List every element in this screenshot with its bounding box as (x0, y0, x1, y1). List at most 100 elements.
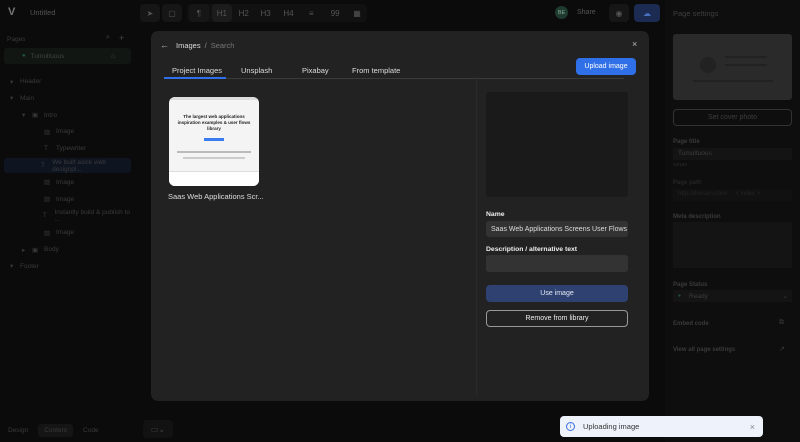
quote-button[interactable]: 99 (325, 4, 345, 22)
sidebar: Pages ⌕ + ● Tumultuous ⌂ ▾ Header ▾ Main ▾ ▣ I… (0, 26, 135, 442)
layer-item[interactable]: ▾ Footer (0, 259, 135, 274)
logo[interactable]: V (8, 6, 15, 18)
code-tab[interactable]: Code (79, 424, 103, 437)
view-all-settings-link[interactable]: View all page settings (673, 347, 735, 353)
layer-label: Image (56, 229, 75, 237)
page-status-select[interactable]: ● Ready ⌄ (673, 290, 792, 302)
h1-button[interactable]: H1 (211, 4, 232, 22)
page-path-input: http://domain.com/ < index > (673, 189, 792, 201)
h2-button[interactable]: H2 (234, 4, 254, 22)
chevron-icon[interactable]: ▾ (10, 262, 20, 270)
layer-item[interactable]: ▾ Main (0, 91, 135, 106)
upload-image-button[interactable]: Upload image (576, 58, 636, 75)
set-cover-photo-button[interactable]: Set cover photo (673, 109, 792, 126)
active-tab-indicator (164, 77, 226, 79)
image-preview (486, 92, 628, 197)
layer-item[interactable]: ▨ Image (0, 192, 135, 207)
breadcrumb-separator: / (204, 41, 207, 50)
layer-item[interactable]: T Instantly build & publish to ... (0, 208, 135, 223)
panel-divider (476, 76, 477, 396)
info-icon: i (566, 422, 575, 431)
breadcrumb-images[interactable]: Images (176, 41, 201, 50)
page-name: Tumultuous (30, 52, 65, 60)
layer-item[interactable]: ▨ Image (0, 124, 135, 139)
chevron-icon[interactable]: ▾ (22, 111, 32, 119)
design-tab[interactable]: Design (4, 424, 32, 437)
search-icon[interactable]: ⌕ (106, 34, 110, 42)
layer-label: Intro (44, 111, 58, 119)
comment-tool-icon[interactable]: ▢ (162, 4, 182, 22)
layer-type-icon: T (42, 212, 47, 220)
layer-label: Image (56, 195, 75, 203)
page-title-label: Page title (673, 139, 700, 145)
name-input[interactable]: Saas Web Applications Screens User Flows… (486, 221, 628, 237)
meta-description-input[interactable] (673, 222, 792, 268)
mode-switcher: Design Content Code (4, 422, 134, 438)
paragraph-button[interactable]: ¶ (189, 4, 209, 22)
toast-close-icon[interactable]: × (750, 422, 755, 432)
chevron-icon[interactable]: ▸ (22, 246, 32, 254)
copy-icon[interactable]: ⧉ (779, 319, 784, 327)
layer-type-icon: ▣ (32, 112, 39, 120)
layer-label: Footer (20, 262, 39, 270)
back-arrow-icon[interactable]: ← (160, 40, 169, 50)
status-value: Ready (689, 292, 708, 300)
h3-button[interactable]: H3 (256, 4, 276, 22)
layer-label: Main (20, 94, 35, 102)
breadcrumb-search: Search (210, 41, 235, 50)
meta-description-label: Meta description (673, 214, 721, 220)
layer-type-icon: ▨ (44, 229, 51, 237)
external-link-icon[interactable]: ↗ (779, 345, 785, 353)
chevron-down-icon: ⌄ (782, 293, 788, 300)
layer-type-icon: T (41, 162, 46, 169)
publish-cloud-icon[interactable]: ☁ (634, 4, 660, 22)
layer-type-icon: ▨ (44, 179, 51, 187)
description-label: Description / alternative text (486, 246, 578, 253)
use-image-button[interactable]: Use image (486, 285, 628, 302)
tab-from-template[interactable]: From template (352, 66, 400, 75)
embed-code-label[interactable]: Embed code (673, 321, 709, 327)
tab-unsplash[interactable]: Unsplash (241, 66, 272, 75)
tab-pixabay[interactable]: Pixabay (302, 66, 329, 75)
page-status-label: Page Status (673, 282, 708, 288)
share-button[interactable]: Share (577, 9, 596, 16)
format-toolbar: ¶ H1 H2 H3 H4 ≡ 99 ▦ (187, 4, 367, 22)
chevron-icon[interactable]: ▾ (10, 78, 20, 86)
layer-item[interactable]: ▾ Header (0, 74, 135, 89)
upload-toast: i Uploading image × (560, 416, 763, 437)
remove-from-library-button[interactable]: Remove from library (486, 310, 628, 327)
layer-type-icon: T (44, 145, 48, 153)
description-input[interactable] (486, 255, 628, 272)
toast-text: Uploading image (583, 422, 640, 431)
pages-label: Pages (7, 36, 26, 43)
close-icon[interactable]: × (632, 39, 637, 49)
page-title-input[interactable]: Tumultuous (673, 148, 792, 160)
page-path-label: Page path (673, 180, 702, 186)
layer-item[interactable]: ▾ ▣ Intro (0, 108, 135, 123)
layer-item[interactable]: T We built asick web designpl... (4, 158, 131, 173)
layer-label: Image (56, 178, 75, 186)
add-page-icon[interactable]: + (119, 33, 124, 43)
layer-item[interactable]: ▨ Image (0, 225, 135, 240)
h4-button[interactable]: H4 (278, 4, 300, 22)
layer-item[interactable]: ▨ Image (0, 175, 135, 190)
layer-label: Body (44, 246, 59, 253)
device-icon[interactable]: ▭⌄ (143, 420, 173, 438)
table-button[interactable]: ▦ (347, 4, 367, 22)
page-item[interactable]: ● Tumultuous ⌂ (4, 48, 131, 64)
status-dot-icon: ● (22, 53, 26, 59)
path-index: < index > (735, 191, 761, 197)
image-modal: ← Images / Search × (151, 31, 649, 401)
image-thumbnail[interactable]: The largest web applications inspiration… (169, 97, 259, 186)
tab-project-images[interactable]: Project Images (172, 66, 222, 75)
select-tool-icon[interactable]: ➤ (140, 4, 160, 22)
preview-eye-icon[interactable]: ◉ (609, 4, 629, 22)
project-title[interactable]: Untitled (30, 8, 55, 17)
list-button[interactable]: ≡ (301, 4, 321, 22)
content-tab[interactable]: Content (38, 423, 74, 437)
layer-item[interactable]: T Typewriter (0, 141, 135, 156)
chevron-icon[interactable]: ▾ (10, 94, 20, 102)
avatar[interactable]: BE (555, 6, 568, 19)
layer-item[interactable]: ▸ ▣ Body (0, 242, 135, 257)
tabs-divider (164, 78, 624, 79)
